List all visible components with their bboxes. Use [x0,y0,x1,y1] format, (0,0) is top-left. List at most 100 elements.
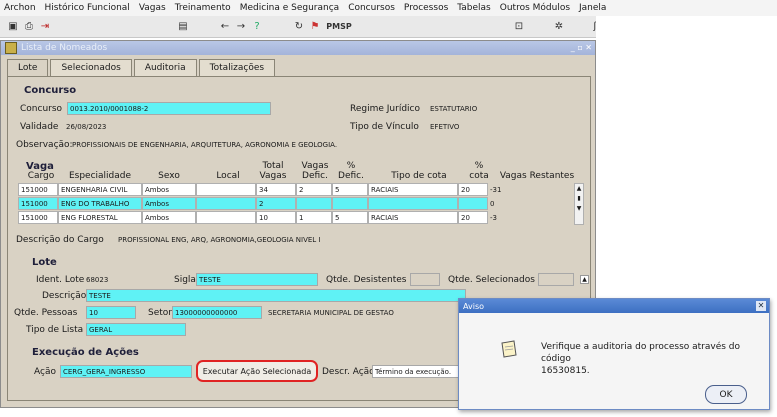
expand-icon[interactable]: ▲ [580,275,589,284]
dialog-message-line2: 16530815. [541,366,590,376]
ident-lote-label: Ident. Lote [36,275,85,285]
exit-icon[interactable]: ⇥ [38,19,52,34]
col-vagas-defic-line1: Vagas [301,161,329,171]
col-pct-cota-line2: cota [469,171,489,181]
regime-field: ESTATUTARIO [430,104,478,113]
aviso-dialog: Aviso ✕ Verifique a auditoria do process… [458,298,770,410]
setor-code-field[interactable]: 13000000000000 [172,306,262,319]
col-pct-defic-line2: Defic. [338,171,364,181]
ok-button[interactable]: OK [705,385,747,404]
validade-field: 26/08/2023 [66,122,107,131]
cell-tipo-cota [368,197,458,210]
col-total-line2: Vagas [259,171,287,181]
menu-janela[interactable]: Janela [579,3,606,13]
tab-selecionados[interactable]: Selecionados [50,59,132,76]
col-local: Local [216,171,240,181]
menu-tabelas[interactable]: Tabelas [457,3,490,13]
vaga-scrollbar[interactable]: ▲ ▮ ▼ [574,183,584,225]
menu-outros-modulos[interactable]: Outros Módulos [500,3,570,13]
col-tipo-cota: Tipo de cota [391,171,447,181]
window-icon [5,42,17,54]
screen-icon[interactable]: ▤ [176,19,190,34]
cell-local [196,211,256,224]
cell-cargo: 151000 [18,211,58,224]
qtde-pessoas-label: Qtde. Pessoas [14,308,78,318]
qtde-pessoas-field[interactable]: 10 [86,306,136,319]
tipo-lista-field[interactable]: GERAL [86,323,186,336]
menu-processos[interactable]: Processos [404,3,448,13]
tab-totalizacoes[interactable]: Totalizações [198,59,276,76]
descricao-label: Descrição [42,291,87,301]
dialog-titlebar: Aviso ✕ [459,299,769,313]
cell-cargo: 151000 [18,197,58,210]
menu-bar: Archon Histórico Funcional Vagas Treinam… [0,0,777,16]
print-icon[interactable]: ⎙ [22,19,36,34]
sigla-field[interactable]: TESTE [196,273,318,286]
cell-total: 10 [256,211,296,224]
regime-label: Regime Jurídico [350,104,420,114]
cell-vagas-restantes: -3 [490,213,497,222]
cell-tipo-cota: RACIAIS [368,211,458,224]
close-icon[interactable]: ✕ [756,301,766,311]
arrow-right-icon[interactable]: → [234,19,248,34]
col-total-line1: Total [262,161,284,171]
observacao-field: PROFISSIONAIS DE ENGENHARIA, ARQUITETURA… [72,140,338,149]
dialog-message-line1: Verifique a auditoria do processo atravé… [541,342,741,364]
cell-sexo: Ambos [142,197,196,210]
help-icon[interactable]: ? [250,19,264,34]
sigla-label: Sigla [174,275,196,285]
col-vagas-restantes: Vagas Restantes [499,171,575,181]
menu-vagas[interactable]: Vagas [139,3,166,13]
col-sexo: Sexo [158,171,180,181]
flag-icon[interactable]: ⚑ [308,19,322,34]
note-icon [499,339,519,359]
execute-action-button[interactable]: Executar Ação Selecionada [196,360,318,382]
observacao-label: Observação: [16,140,73,150]
save-icon[interactable]: ▣ [6,19,20,34]
concurso-label: Concurso [20,104,63,114]
validade-label: Validade [20,122,59,132]
vaga-row[interactable]: 151000 ENG FLORESTAL Ambos 10 1 5 RACIAI… [18,211,568,224]
vaga-row-selected[interactable]: 151000 ENG DO TRABALHO Ambos 2 0 [18,197,568,210]
pmsp-label: PMSP [326,22,352,31]
window-title: Lista de Nomeados [21,43,108,53]
cell-sexo: Ambos [142,211,196,224]
menu-archon[interactable]: Archon [4,3,36,13]
selecionados-label: Qtde. Selecionados [448,275,535,285]
cell-vagas-defic: 2 [296,183,332,196]
acao-field[interactable]: CERG_GERA_INGRESSO [60,365,192,378]
selecionados-field [538,273,574,286]
tab-lote[interactable]: Lote [7,59,49,76]
tab-auditoria[interactable]: Auditoria [133,59,197,76]
menu-historico-funcional[interactable]: Histórico Funcional [45,3,130,13]
col-cargo: Cargo [27,171,55,181]
setor-name-field: SECRETARIA MUNICIPAL DE GESTAO [268,308,394,317]
cell-pct-cota: 20 [458,183,488,196]
desistentes-label: Qtde. Desistentes [326,275,407,285]
menu-treinamento[interactable]: Treinamento [175,3,231,13]
cell-pct-defic: 5 [332,211,368,224]
descricao-field[interactable]: TESTE [86,289,466,302]
dialog-message: Verifique a auditoria do processo atravé… [541,341,766,377]
cell-vagas-restantes: -31 [490,185,502,194]
col-pct-cota: % cota [464,161,494,181]
settings-icon[interactable]: ✲ [552,19,566,34]
descr-acao-field: Término da execução. [372,365,462,378]
vaga-row[interactable]: 151000 ENGENHARIA CIVIL Ambos 34 2 5 RAC… [18,183,568,196]
cell-pct-defic: 5 [332,183,368,196]
cell-vagas-defic [296,197,332,210]
toolbar: ▣ ⎙ ⇥ ▤ ← → ? ↻ ⚑ PMSP ⊡ ✲ ʃ [0,16,610,38]
concurso-field[interactable]: 0013.2010/0001088-2 [67,102,271,115]
refresh-icon[interactable]: ↻ [292,19,306,34]
menu-medicina-seguranca[interactable]: Medicina e Segurança [240,3,340,13]
arrow-left-icon[interactable]: ← [218,19,232,34]
col-pct-defic-line1: % [346,161,356,171]
col-total: Total Vagas [258,161,288,181]
acoes-section-title: Execução de Ações [32,347,139,358]
menu-concursos[interactable]: Concursos [348,3,395,13]
window-controls[interactable]: _ ▫ ✕ [564,43,592,53]
cell-vagas-restantes: 0 [490,199,495,208]
cell-local [196,197,256,210]
lock-icon[interactable]: ⊡ [512,19,526,34]
cell-tipo-cota: RACIAIS [368,183,458,196]
